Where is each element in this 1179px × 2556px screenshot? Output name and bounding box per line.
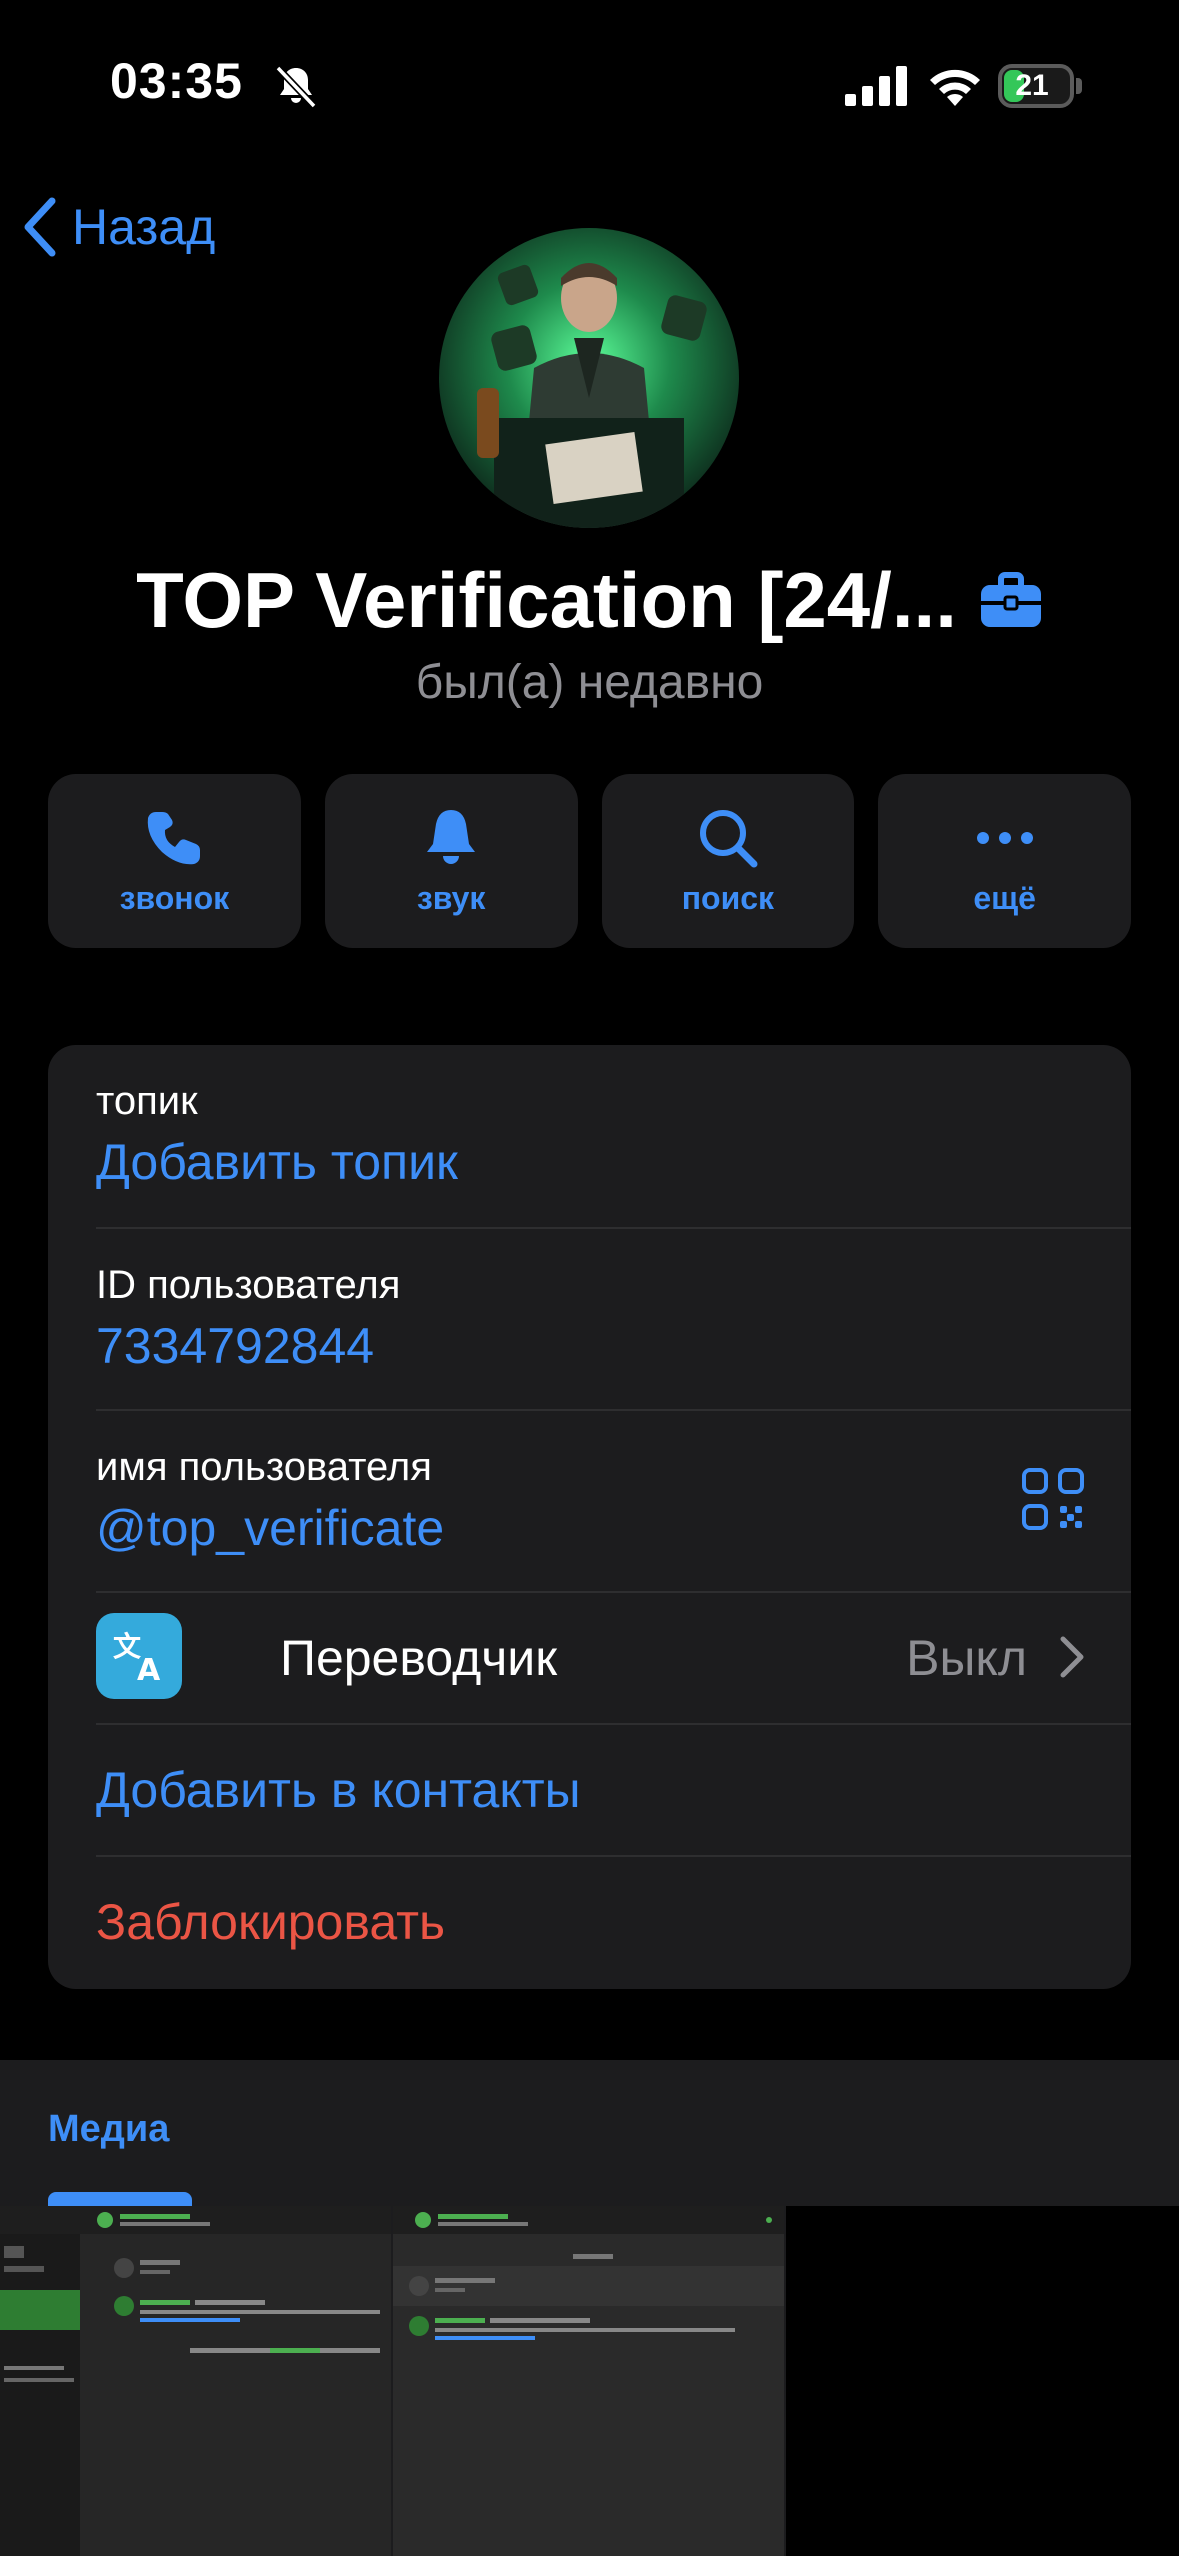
more-label: ещё xyxy=(973,879,1036,916)
add-contact-row[interactable]: Добавить в контакты xyxy=(96,1723,1131,1857)
translator-value: Выкл xyxy=(906,1630,1027,1686)
call-button[interactable]: звонок xyxy=(48,774,301,948)
translate-icon: 文 A xyxy=(96,1613,182,1699)
username-row[interactable]: имя пользователя @top_verificate xyxy=(96,1409,1131,1593)
wifi-icon xyxy=(930,69,980,106)
battery-nub xyxy=(1076,78,1082,94)
profile-name-row: TOP Verification [24/... xyxy=(0,555,1179,646)
more-button[interactable]: ещё xyxy=(878,774,1131,948)
battery-level: 21 xyxy=(1015,69,1049,102)
avatar-image xyxy=(439,228,739,528)
back-button[interactable]: Назад xyxy=(22,192,215,262)
add-contact-button[interactable]: Добавить в контакты xyxy=(96,1761,581,1819)
chevron-right-icon xyxy=(1060,1636,1084,1678)
user-id-label: ID пользователя xyxy=(96,1263,401,1307)
bell-icon xyxy=(427,809,476,864)
bell-off-icon xyxy=(275,65,317,109)
action-buttons: звонок звук поиск ещё xyxy=(48,774,1131,948)
tab-media-indicator xyxy=(48,2192,192,2206)
battery-indicator: 21 xyxy=(998,64,1074,108)
translator-row[interactable]: 文 A Переводчик Выкл xyxy=(96,1591,1131,1725)
block-row[interactable]: Заблокировать xyxy=(96,1855,1131,1989)
search-button[interactable]: поиск xyxy=(601,774,855,948)
chevron-left-icon xyxy=(24,197,56,257)
signal-icon xyxy=(845,66,907,106)
tab-media[interactable]: Медиа xyxy=(48,2108,169,2151)
user-id-row[interactable]: ID пользователя 7334792844 xyxy=(96,1227,1131,1411)
sound-button[interactable]: звук xyxy=(324,774,578,948)
block-button[interactable]: Заблокировать xyxy=(96,1893,445,1951)
back-label: Назад xyxy=(72,199,216,255)
media-thumbnail[interactable] xyxy=(0,2206,391,2556)
search-icon xyxy=(699,809,758,867)
topic-value[interactable]: Добавить топик xyxy=(96,1133,458,1191)
topic-row[interactable]: топик Добавить топик xyxy=(96,1045,1131,1229)
username-label: имя пользователя xyxy=(96,1445,432,1489)
search-label: поиск xyxy=(681,879,775,916)
info-card: топик Добавить топик ID пользователя 733… xyxy=(48,1045,1131,1989)
qr-code-icon[interactable] xyxy=(1021,1467,1085,1531)
more-icon xyxy=(976,831,1033,844)
phone-icon xyxy=(148,811,201,864)
last-seen-status: был(а) недавно xyxy=(415,656,764,709)
avatar[interactable] xyxy=(439,228,739,528)
user-id-value[interactable]: 7334792844 xyxy=(96,1317,374,1375)
topic-label: топик xyxy=(96,1079,198,1123)
briefcase-icon xyxy=(980,571,1041,627)
profile-name: TOP Verification [24/... xyxy=(136,556,957,644)
translator-label: Переводчик xyxy=(280,1630,558,1686)
status-time: 03:35 xyxy=(110,53,243,109)
media-empty-slot xyxy=(786,2206,1179,2556)
media-thumbnail[interactable] xyxy=(393,2206,784,2556)
username-value[interactable]: @top_verificate xyxy=(96,1499,444,1557)
call-label: звонок xyxy=(119,879,230,916)
sound-label: звук xyxy=(416,879,486,916)
svg-text:A: A xyxy=(137,1653,161,1686)
